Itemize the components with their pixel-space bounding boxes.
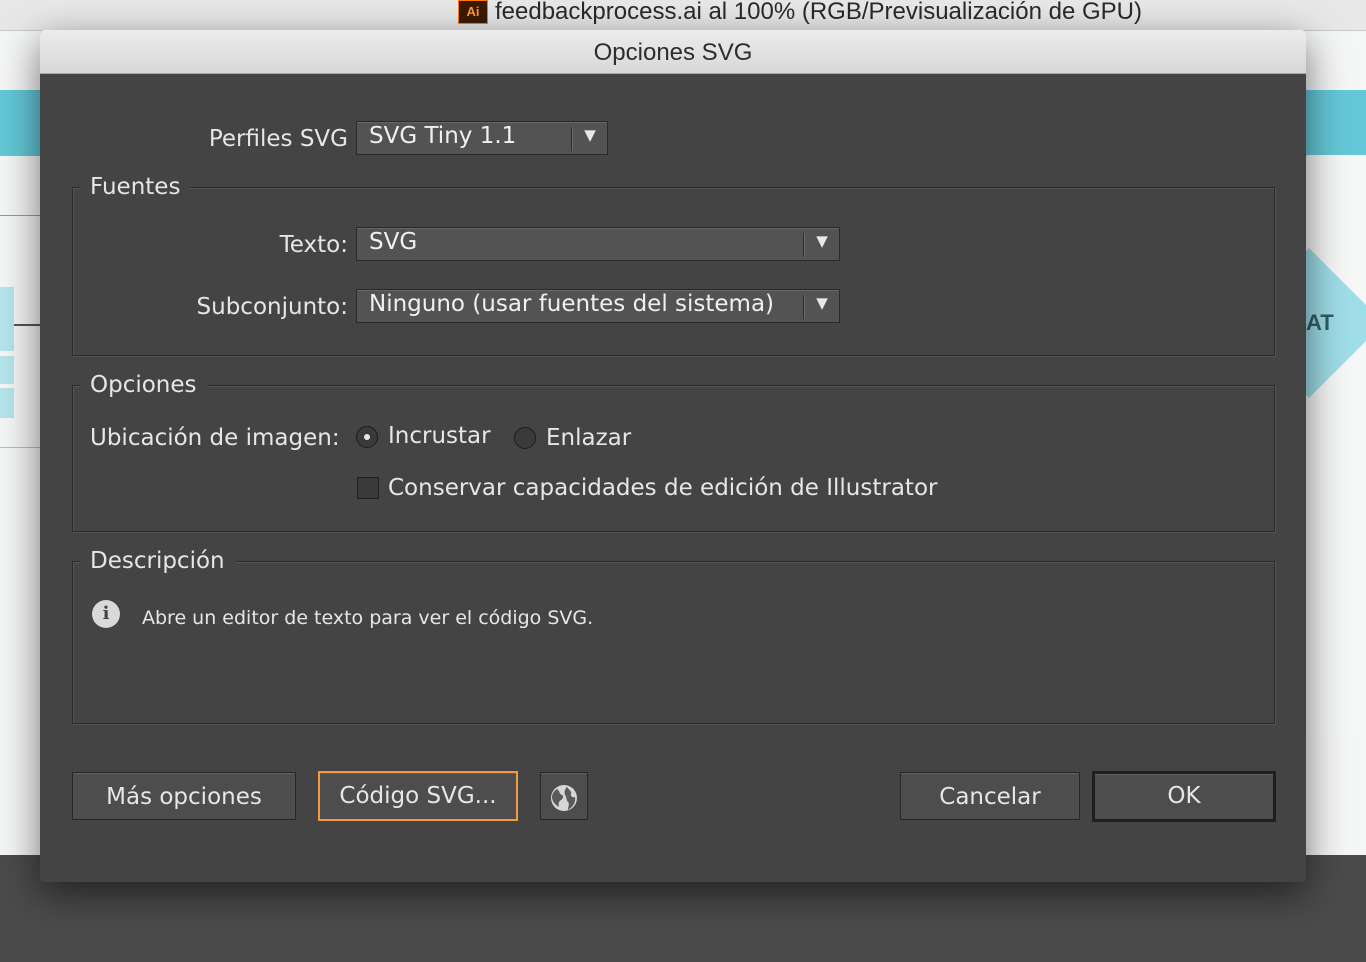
select-separator [803,233,804,257]
fonts-group [72,187,1275,356]
link-label[interactable]: Enlazar [546,425,631,451]
globe-icon [551,784,577,811]
info-icon: i [92,600,120,628]
image-location-label: Ubicación de imagen: [90,425,340,451]
preserve-editing-label[interactable]: Conservar capacidades de edición de Illu… [388,475,937,501]
embed-radio[interactable] [356,426,378,448]
ok-button[interactable]: OK [1092,771,1276,822]
background-window-titlebar: Ai feedbackprocess.ai al 100% (RGB/Previ… [0,0,1366,31]
cancel-button[interactable]: Cancelar [900,772,1080,820]
subset-value: Ninguno (usar fuentes del sistema) [369,291,775,317]
svg-profiles-select[interactable]: SVG Tiny 1.1 ▼ [356,121,608,155]
select-separator [803,295,804,319]
embed-label[interactable]: Incrustar [388,423,491,449]
background-cell [0,388,14,418]
background-cell [0,356,14,384]
dialog-titlebar: Opciones SVG [40,30,1306,74]
text-label: Texto: [279,232,348,258]
dialog-title: Opciones SVG [593,39,753,66]
preserve-editing-checkbox[interactable] [357,477,379,499]
subset-label: Subconjunto: [196,294,348,320]
svg-profiles-label: Perfiles SVG [208,126,348,152]
globe-button[interactable] [540,772,588,820]
svg-code-button[interactable]: Código SVG... [318,771,518,821]
chevron-down-icon: ▼ [816,232,828,250]
background-window-title: feedbackprocess.ai al 100% (RGB/Previsua… [495,0,1142,25]
description-text: Abre un editor de texto para ver el códi… [142,607,594,629]
chevron-down-icon: ▼ [816,294,828,312]
subset-select[interactable]: Ninguno (usar fuentes del sistema) ▼ [356,289,840,323]
text-select[interactable]: SVG ▼ [356,227,840,261]
background-cell [0,287,14,351]
fonts-group-legend: Fuentes [80,174,191,200]
chevron-down-icon: ▼ [584,126,596,144]
background-divider [0,447,40,448]
svg-options-dialog: Opciones SVG Perfiles SVG SVG Tiny 1.1 ▼… [40,30,1306,882]
more-options-button[interactable]: Más opciones [72,772,296,820]
background-divider [0,215,40,216]
description-group [72,561,1275,724]
background-panel [1307,155,1366,735]
options-group-legend: Opciones [80,372,207,398]
select-separator [571,127,572,151]
text-value: SVG [369,229,418,255]
background-partial-text: AT [1306,310,1334,335]
options-group [72,385,1275,532]
svg-profiles-value: SVG Tiny 1.1 [369,123,517,149]
link-radio[interactable] [514,427,536,449]
description-group-legend: Descripción [80,548,235,574]
illustrator-file-icon: Ai [458,0,488,24]
